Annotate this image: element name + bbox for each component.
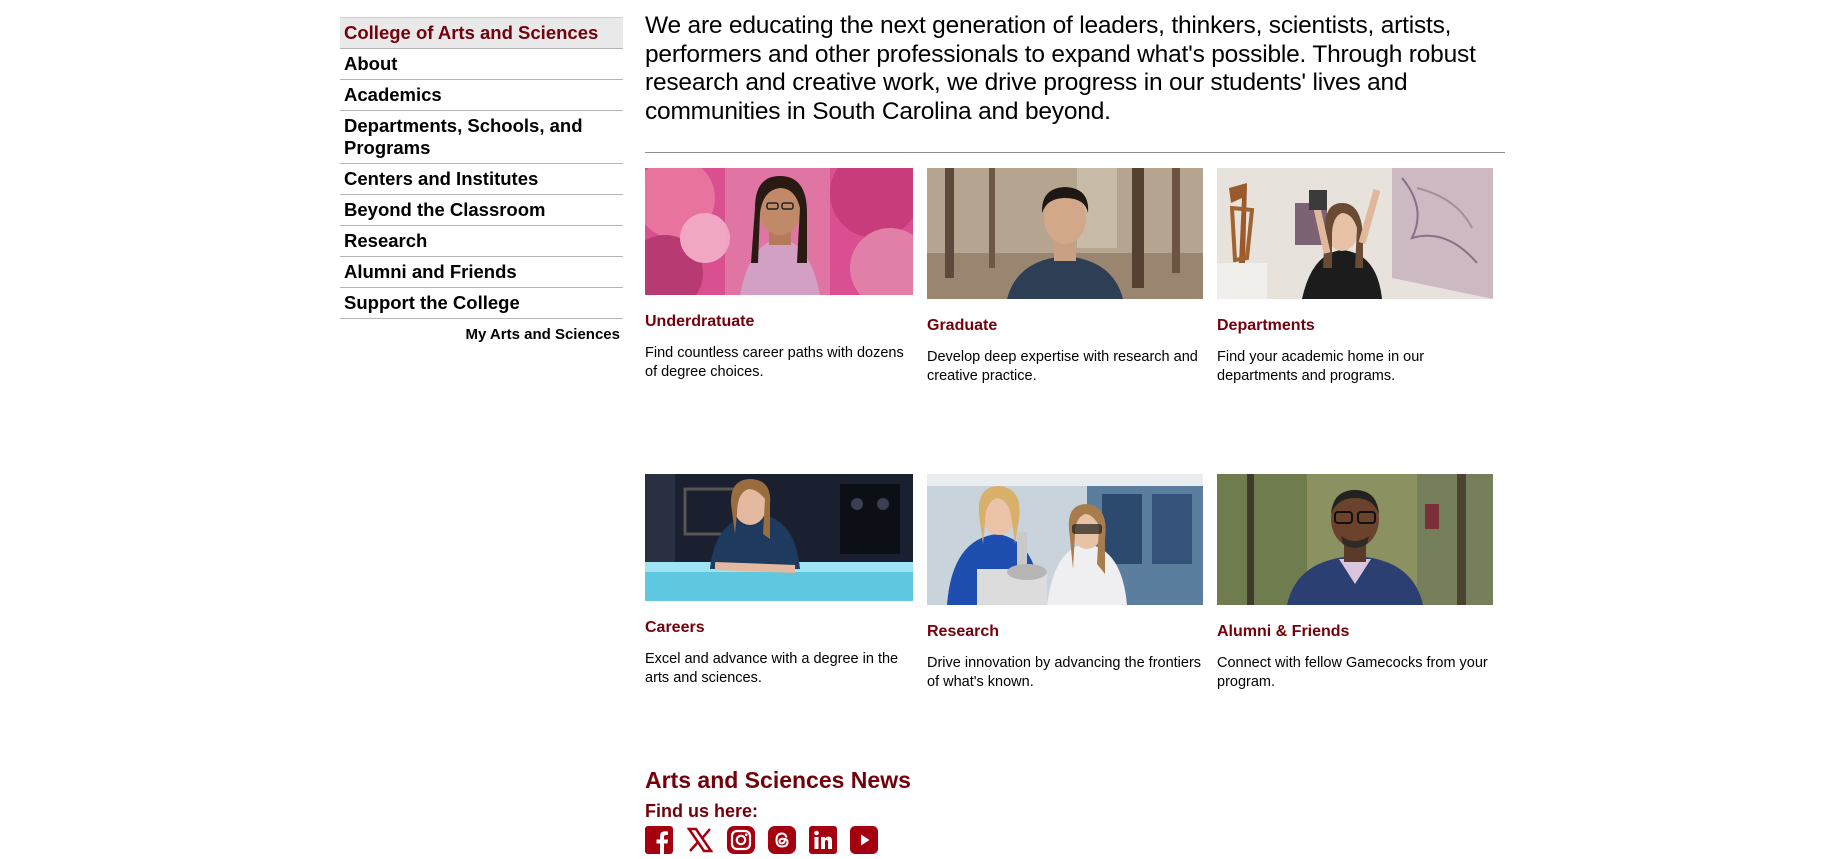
- card-description: Connect with fellow Gamecocks from your …: [1217, 655, 1488, 690]
- card-departments[interactable]: Departments Find your academic home in o…: [1217, 168, 1493, 386]
- card-title[interactable]: Graduate: [927, 317, 1203, 335]
- card-undergraduate[interactable]: Underdratuate Find countless career path…: [645, 168, 913, 382]
- sidebar-item-departments[interactable]: Departments, Schools, and Programs: [340, 111, 623, 164]
- sidebar-item-alumni[interactable]: Alumni and Friends: [340, 257, 623, 288]
- sidebar-item-beyond-classroom[interactable]: Beyond the Classroom: [340, 195, 623, 226]
- sidebar-item-support[interactable]: Support the College: [340, 288, 623, 319]
- card-grid: Underdratuate Find countless career path…: [645, 168, 1505, 756]
- research-photo[interactable]: [927, 474, 1203, 605]
- sidebar-item-academics[interactable]: Academics: [340, 80, 623, 111]
- card-title[interactable]: Departments: [1217, 317, 1493, 335]
- intro-text: We are educating the next generation of …: [645, 12, 1505, 153]
- linkedin-icon[interactable]: [809, 826, 837, 854]
- sidebar-nav: College of Arts and Sciences About Acade…: [340, 17, 623, 343]
- card-title[interactable]: Careers: [645, 619, 913, 637]
- graduate-photo[interactable]: [927, 168, 1203, 299]
- card-description: Find countless career paths with dozens …: [645, 345, 904, 380]
- main-content: We are educating the next generation of …: [645, 12, 1505, 756]
- sidebar-item-about[interactable]: About: [340, 49, 623, 80]
- careers-photo[interactable]: [645, 474, 913, 601]
- instagram-icon[interactable]: [727, 826, 755, 854]
- card-description: Excel and advance with a degree in the a…: [645, 651, 899, 686]
- social-links: [645, 826, 878, 854]
- card-careers[interactable]: Careers Excel and advance with a degree …: [645, 474, 913, 688]
- facebook-icon[interactable]: [645, 826, 673, 854]
- card-description: Develop deep expertise with research and…: [927, 349, 1198, 384]
- departments-photo[interactable]: [1217, 168, 1493, 299]
- alumni-photo[interactable]: [1217, 474, 1493, 605]
- my-arts-sciences-link[interactable]: My Arts and Sciences: [340, 319, 623, 343]
- card-title[interactable]: Alumni & Friends: [1217, 623, 1493, 641]
- sidebar-item-centers[interactable]: Centers and Institutes: [340, 164, 623, 195]
- threads-icon[interactable]: [768, 826, 796, 854]
- card-alumni[interactable]: Alumni & Friends Connect with fellow Gam…: [1217, 474, 1493, 692]
- card-title[interactable]: Underdratuate: [645, 313, 913, 331]
- youtube-icon[interactable]: [850, 826, 878, 854]
- find-us-label: Find us here:: [645, 801, 759, 821]
- sidebar-item-research[interactable]: Research: [340, 226, 623, 257]
- card-title[interactable]: Research: [927, 623, 1203, 641]
- x-icon[interactable]: [686, 826, 714, 854]
- card-description: Drive innovation by advancing the fronti…: [927, 655, 1202, 690]
- news-heading[interactable]: Arts and Sciences News: [645, 767, 911, 794]
- card-description: Find your academic home in our departmen…: [1217, 349, 1425, 384]
- card-research[interactable]: Research Drive innovation by advancing t…: [927, 474, 1203, 692]
- undergraduate-photo[interactable]: [645, 168, 913, 295]
- sidebar-item-college[interactable]: College of Arts and Sciences: [340, 17, 623, 49]
- card-graduate[interactable]: Graduate Develop deep expertise with res…: [927, 168, 1203, 386]
